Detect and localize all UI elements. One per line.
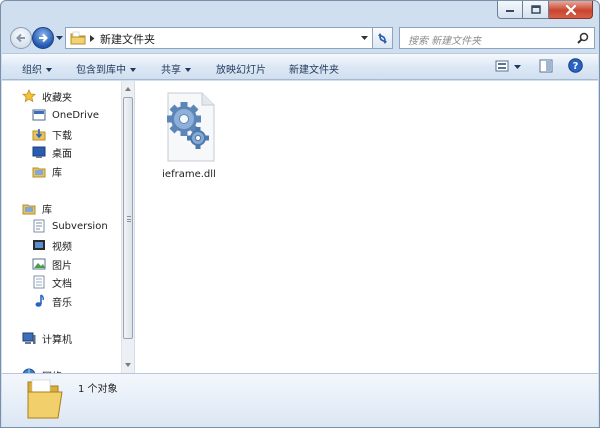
share-menu[interactable]: 共享 xyxy=(161,61,191,76)
folder-icon xyxy=(70,31,86,45)
share-label: 共享 xyxy=(161,65,181,76)
navpane-scrollbar[interactable] xyxy=(121,81,134,373)
nav-subversion-label: Subversion xyxy=(52,220,108,232)
grip-icon xyxy=(127,216,131,222)
star-icon xyxy=(22,89,36,103)
nav-onedrive[interactable]: OneDrive xyxy=(32,107,99,123)
downloads-folder-icon xyxy=(32,129,46,141)
help-icon[interactable]: ? xyxy=(568,58,583,73)
video-icon xyxy=(33,240,45,250)
nav-documents-label: 文档 xyxy=(52,278,72,290)
back-button[interactable] xyxy=(10,27,32,49)
forward-button[interactable] xyxy=(32,27,54,49)
chevron-down-icon xyxy=(185,68,191,72)
caption-buttons xyxy=(497,1,593,19)
view-options-icon[interactable] xyxy=(495,59,509,73)
nav-documents[interactable]: 文档 xyxy=(32,274,72,290)
chevron-down-icon xyxy=(130,68,136,72)
nav-music[interactable]: 音乐 xyxy=(32,293,72,309)
minimize-icon xyxy=(506,9,514,12)
search-box[interactable]: 搜索 新建文件夹 xyxy=(399,27,595,49)
view-dropdown-icon[interactable] xyxy=(514,65,521,70)
nav-videos-label: 视频 xyxy=(52,241,72,253)
svg-text:?: ? xyxy=(573,61,579,72)
maximize-button[interactable] xyxy=(523,1,549,19)
address-row: 新建文件夹 搜索 新建文件夹 xyxy=(1,23,599,53)
include-in-library-menu[interactable]: 包含到库中 xyxy=(76,61,136,76)
chevron-down-icon xyxy=(46,68,52,72)
nav-computer[interactable]: 计算机 xyxy=(22,330,72,346)
documents-icon xyxy=(33,275,45,289)
nav-videos[interactable]: 视频 xyxy=(32,237,72,253)
nav-pictures-label: 图片 xyxy=(52,260,72,272)
nav-pictures[interactable]: 图片 xyxy=(32,256,72,272)
nav-recent-library-label: 库 xyxy=(52,167,62,179)
close-button[interactable] xyxy=(549,1,593,19)
file-list[interactable]: ieframe.dll xyxy=(135,81,598,373)
nav-downloads[interactable]: 下载 xyxy=(32,126,72,142)
arrow-left-icon xyxy=(16,33,25,43)
refresh-icon xyxy=(378,33,387,44)
organize-label: 组织 xyxy=(22,65,42,76)
libraries-icon xyxy=(22,204,36,215)
nav-music-label: 音乐 xyxy=(52,297,72,309)
computer-icon xyxy=(22,332,36,344)
file-item[interactable]: ieframe.dll xyxy=(157,89,221,180)
navigation-pane: 收藏夹 OneDrive 下载 桌面 库 库 Subversion 视频 图片 … xyxy=(2,81,134,373)
nav-onedrive-label: OneDrive xyxy=(52,109,100,121)
details-pane: 1 个对象 xyxy=(2,373,598,427)
library-icon xyxy=(32,167,46,178)
minimize-button[interactable] xyxy=(497,1,523,19)
nav-computer-label: 计算机 xyxy=(42,334,72,346)
breadcrumb-separator-icon[interactable] xyxy=(90,35,95,42)
search-placeholder: 搜索 新建文件夹 xyxy=(408,36,482,47)
scroll-down-icon[interactable] xyxy=(125,363,131,367)
breadcrumb-current[interactable]: 新建文件夹 xyxy=(100,31,155,47)
maximize-icon xyxy=(530,5,541,14)
nav-favorites[interactable]: 收藏夹 xyxy=(22,88,72,104)
file-name: ieframe.dll xyxy=(162,169,216,180)
history-dropdown-icon[interactable] xyxy=(56,36,63,41)
slideshow-button[interactable]: 放映幻灯片 xyxy=(216,61,266,76)
preview-pane-icon[interactable] xyxy=(539,59,553,73)
explorer-window: 新建文件夹 搜索 新建文件夹 组织 包含到库中 共享 放映幻灯片 新建文件夹 ? xyxy=(0,0,600,428)
subversion-icon xyxy=(33,219,45,233)
desktop-icon xyxy=(32,146,46,158)
include-in-library-label: 包含到库中 xyxy=(76,65,126,76)
nav-subversion[interactable]: Subversion xyxy=(32,218,108,234)
address-dropdown-icon[interactable] xyxy=(361,36,368,41)
arrow-right-icon xyxy=(39,33,48,43)
command-bar: 组织 包含到库中 共享 放映幻灯片 新建文件夹 ? xyxy=(2,53,598,80)
nav-desktop-label: 桌面 xyxy=(52,148,72,160)
close-icon xyxy=(565,4,576,15)
nav-favorites-label: 收藏夹 xyxy=(42,92,72,104)
nav-downloads-label: 下载 xyxy=(52,130,72,142)
refresh-button[interactable] xyxy=(373,27,393,49)
organize-menu[interactable]: 组织 xyxy=(22,61,52,76)
address-bar[interactable]: 新建文件夹 xyxy=(65,27,373,49)
nav-libraries-label: 库 xyxy=(42,204,52,216)
onedrive-icon xyxy=(32,109,46,121)
folder-icon xyxy=(27,379,63,419)
search-icon[interactable] xyxy=(577,32,589,44)
item-count: 1 个对象 xyxy=(78,384,118,395)
nav-desktop[interactable]: 桌面 xyxy=(32,144,72,160)
pictures-icon xyxy=(32,258,46,270)
nav-recent-library[interactable]: 库 xyxy=(32,163,62,179)
nav-libraries[interactable]: 库 xyxy=(22,200,52,216)
scroll-up-icon[interactable] xyxy=(125,87,131,91)
dll-gear-icon xyxy=(167,92,215,162)
music-icon xyxy=(35,294,44,307)
scroll-thumb[interactable] xyxy=(123,97,133,339)
new-folder-button[interactable]: 新建文件夹 xyxy=(289,61,339,76)
